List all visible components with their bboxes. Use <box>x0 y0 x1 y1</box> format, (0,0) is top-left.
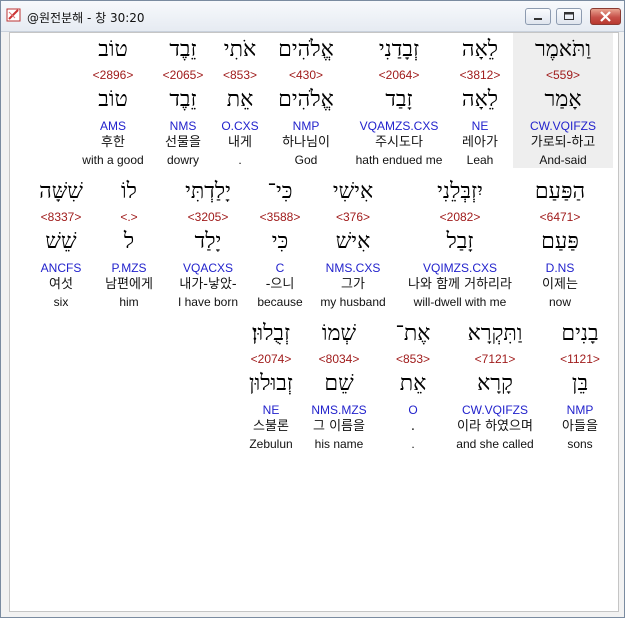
english-gloss: will-dwell with me <box>413 295 507 309</box>
interlinear-view: וַתֹּאמֶר <559> אָמַר CW.VQIFZS 가로되-하고 A… <box>9 32 619 612</box>
grammar-code: NE <box>262 403 280 417</box>
hebrew-word: זְבָדַנִי <box>378 37 420 62</box>
main-window: @원전분해 - 창 30:20 וַתֹּאמֶר <559> אָמַר CW… <box>0 0 625 618</box>
english-gloss: with a good <box>82 153 144 167</box>
maximize-icon <box>564 12 574 20</box>
close-icon <box>600 11 611 22</box>
grammar-code: ANCFS <box>40 261 82 275</box>
title-bar[interactable]: @원전분해 - 창 30:20 <box>1 1 624 32</box>
word-block[interactable]: טוֹב <2896> טוֹב AMS 후한 with a good <box>63 33 163 168</box>
app-icon <box>6 8 21 22</box>
strong-number: <8337> <box>40 210 82 224</box>
hebrew-root: שֵׁשׁ <box>45 229 77 254</box>
hebrew-word: זְבֻלוּן׃ <box>251 321 291 346</box>
word-block[interactable]: יִזְבְּלֵנִי <2082> זָבַל VQIMZS.CXS 나와 … <box>395 175 525 310</box>
strong-number: <2064> <box>378 68 420 82</box>
korean-gloss: 후한 <box>101 135 125 150</box>
word-block[interactable]: הַפַּעַם <6471> פַּעַם D.NS 이제는 now <box>510 175 610 310</box>
hebrew-root: זָבַל <box>446 229 474 254</box>
korean-gloss: 여섯 <box>49 277 73 292</box>
minimize-icon <box>534 18 542 20</box>
hebrew-root: פַּעַם <box>541 229 579 254</box>
hebrew-root: זָבַד <box>385 87 413 112</box>
english-gloss: now <box>548 295 571 309</box>
korean-gloss: 스불론 <box>253 419 289 434</box>
strong-number: <6471> <box>539 210 581 224</box>
korean-gloss: 나와 함께 거하리라 <box>408 277 512 292</box>
grammar-code: VQIMZS.CXS <box>422 261 497 275</box>
strong-number: <2074> <box>250 352 292 366</box>
english-gloss: Zebulun <box>249 437 293 451</box>
window-title: @원전분해 - 창 30:20 <box>27 11 145 25</box>
hebrew-word: הַפַּעַם <box>534 179 586 204</box>
maximize-button[interactable] <box>556 8 582 25</box>
hebrew-word: יִזְבְּלֵנִי <box>437 179 483 204</box>
english-gloss: six <box>53 295 69 309</box>
hebrew-root: טוֹב <box>98 87 128 112</box>
grammar-code: AMS <box>99 119 126 133</box>
hebrew-root: זְבוּלוּן <box>249 371 293 396</box>
strong-number: <2896> <box>92 68 134 82</box>
word-block[interactable]: זְבָדַנִי <2064> זָבַד VQAMZS.CXS 주시도다 h… <box>349 33 449 168</box>
strong-number: <2082> <box>439 210 481 224</box>
close-button[interactable] <box>590 8 621 25</box>
korean-gloss: 주시도다 <box>375 135 423 150</box>
word-block[interactable]: שִׁשָּׁה <8337> שֵׁשׁ ANCFS 여섯 six <box>11 175 111 310</box>
grammar-code: D.NS <box>545 261 575 275</box>
hebrew-word: שִׁשָּׁה <box>39 179 83 204</box>
word-block[interactable]: זְבֻלוּן׃ <2074> זְבוּלוּן NE 스불론 Zebulu… <box>221 317 321 452</box>
english-gloss: hath endued me <box>355 153 443 167</box>
grammar-code: VQAMZS.CXS <box>359 119 439 133</box>
minimize-button[interactable] <box>525 8 551 25</box>
hebrew-word: טוֹב <box>98 37 128 62</box>
korean-gloss: 이제는 <box>542 277 578 292</box>
